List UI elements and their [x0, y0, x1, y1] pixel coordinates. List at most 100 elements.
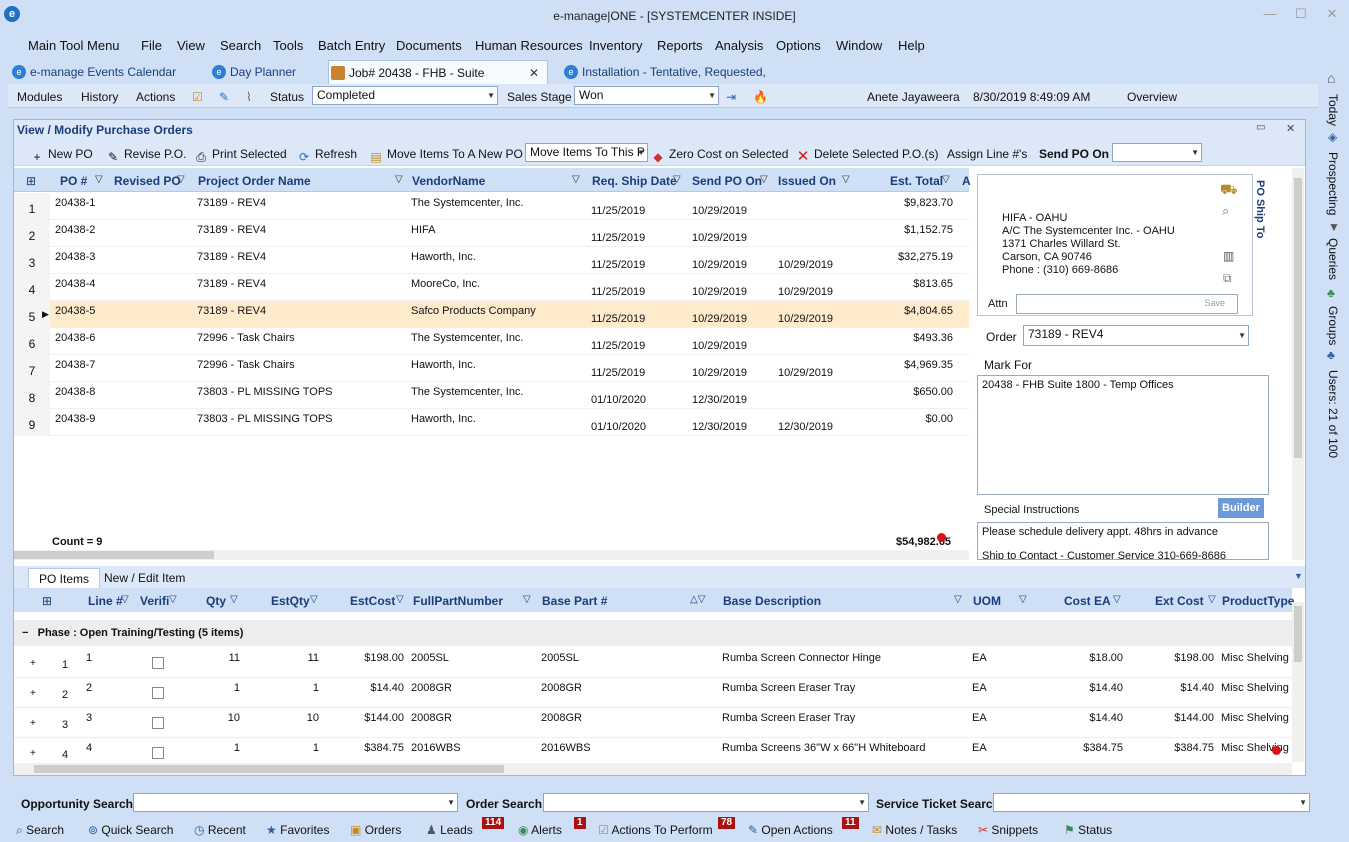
orders-button[interactable]: ▣ Orders [350, 823, 401, 837]
sales-stage-select[interactable]: Won ▼ [574, 86, 719, 105]
po-row[interactable]: 2 20438-2 73189 - REV4 HIFA 11/25/2019 10/29/… [14, 220, 969, 247]
col-product-type[interactable]: ProductType [1222, 594, 1294, 608]
column-chooser-icon[interactable]: ⊞ [42, 594, 52, 608]
sidebar-groups[interactable]: Groups [1326, 306, 1340, 345]
po-row[interactable]: 6 20438-6 72996 - Task Chairs The Systemcen… [14, 328, 969, 355]
search-button[interactable]: ⌕ Search [16, 823, 64, 838]
assign-line-numbers-button[interactable]: Assign Line #'s [947, 147, 1027, 161]
menu-analysis[interactable]: Analysis [715, 38, 763, 53]
snippets-button[interactable]: ✂ Snippets [978, 823, 1038, 837]
filter-icon[interactable]: ▽ [396, 594, 404, 605]
opportunity-search-input[interactable]: ▼ [133, 793, 458, 812]
zero-cost-button[interactable]: ◆ Zero Cost on Selected [651, 147, 788, 164]
modules-menu[interactable]: Modules [17, 90, 62, 104]
col-uom[interactable]: UOM [973, 594, 1001, 608]
items-vertical-scrollbar[interactable] [1292, 602, 1304, 762]
col-full-part-number[interactable]: FullPartNumber [413, 594, 503, 608]
verified-checkbox[interactable] [152, 747, 164, 759]
menu-window[interactable]: Window [836, 38, 882, 53]
alerts-button[interactable]: ◉ Alerts [518, 823, 562, 837]
sidebar-queries[interactable]: Queries [1326, 238, 1340, 280]
col-ext-cost[interactable]: Ext Cost [1155, 594, 1204, 608]
col-vendor-name[interactable]: VendorName [412, 174, 485, 188]
home-icon[interactable]: ⌂ [1327, 70, 1335, 86]
tab-installation[interactable]: e Installation - Tentative, Requested, [562, 60, 766, 84]
po-row[interactable]: 3 20438-3 73189 - REV4 Haworth, Inc. 11/25/2… [14, 247, 969, 274]
verified-checkbox[interactable] [152, 687, 164, 699]
col-qty[interactable]: Qty [206, 594, 226, 608]
overview-link[interactable]: Overview [1127, 90, 1177, 104]
menu-batch-entry[interactable]: Batch Entry [318, 38, 385, 53]
col-issued-on[interactable]: Issued On [778, 174, 836, 188]
menu-search[interactable]: Search [220, 38, 261, 53]
filter-icon[interactable]: ▽ [760, 174, 768, 185]
filter-icon[interactable]: ▽ [673, 174, 681, 185]
col-send-po-on[interactable]: Send PO On [692, 174, 762, 188]
col-est-qty[interactable]: EstQty [271, 594, 310, 608]
po-row[interactable]: 1 20438-1 73189 - REV4 The Systemcenter, In… [14, 193, 969, 220]
filter-icon[interactable]: ▽ [572, 174, 580, 185]
quick-search-button[interactable]: ⊚ Quick Search [88, 823, 173, 837]
print-selected-button[interactable]: ⎙ Print Selected [194, 147, 287, 164]
filter-icon[interactable]: ▽ [230, 594, 238, 605]
tab-new-edit-item[interactable]: New / Edit Item [94, 568, 195, 588]
mark-for-textarea[interactable]: 20438 - FHB Suite 1800 - Temp Offices [977, 375, 1269, 495]
actions-to-perform-button[interactable]: ☑ Actions To Perform [598, 823, 713, 837]
col-a[interactable]: A [962, 174, 971, 188]
special-instructions-textarea[interactable]: Please schedule delivery appt. 48hrs in … [977, 522, 1269, 560]
open-actions-button[interactable]: ✎ Open Actions [748, 823, 833, 837]
filter-icon[interactable]: ▽ [310, 594, 318, 605]
truck-icon[interactable]: ⛟ [1220, 181, 1238, 200]
sidebar-prospecting[interactable]: Prospecting [1326, 152, 1340, 215]
refresh-button[interactable]: ⟳ Refresh [297, 147, 357, 164]
items-horizontal-scrollbar[interactable] [14, 763, 1292, 775]
filter-icon[interactable]: ▽ [842, 174, 850, 185]
po-row[interactable]: 9 20438-9 73803 - PL MISSING TOPS Haworth, … [14, 409, 969, 436]
col-est-cost[interactable]: EstCost [350, 594, 395, 608]
col-est-total[interactable]: Est. Total [890, 174, 943, 188]
filter-icon[interactable]: ▽ [523, 594, 531, 605]
po-row[interactable]: 7 20438-7 72996 - Task Chairs Haworth, Inc.… [14, 355, 969, 382]
minimize-icon[interactable]: — [1260, 6, 1280, 22]
building-icon[interactable]: ▥ [1223, 249, 1234, 263]
close-tab-icon[interactable]: ✕ [529, 61, 539, 85]
expand-icon[interactable]: + [30, 718, 36, 729]
col-po-number[interactable]: PO # [60, 174, 87, 188]
col-base-description[interactable]: Base Description [723, 594, 821, 608]
attn-save-button[interactable]: Save [1204, 298, 1225, 308]
panel-minimize-icon[interactable]: ▭ [1256, 122, 1265, 133]
scroll-thumb[interactable] [34, 765, 504, 773]
scroll-thumb[interactable] [14, 551, 214, 559]
menu-view[interactable]: View [177, 38, 205, 53]
col-verified[interactable]: Verifi [140, 594, 169, 608]
notepad-icon[interactable]: ✎ [219, 90, 229, 104]
sidebar-users[interactable]: Users: 21 of 100 [1326, 370, 1340, 458]
maximize-icon[interactable]: ☐ [1291, 6, 1311, 22]
fire-icon[interactable]: 🔥 [753, 90, 768, 104]
checklist-icon[interactable]: ☑ [192, 90, 203, 104]
phase-group-row[interactable]: − Phase : Open Training/Testing (5 items… [14, 620, 1292, 646]
actions-menu[interactable]: Actions [136, 90, 175, 104]
filter-icon[interactable]: ▽ [1019, 594, 1027, 605]
col-base-part[interactable]: Base Part # [542, 594, 607, 608]
menu-reports[interactable]: Reports [657, 38, 703, 53]
delete-po-button[interactable]: ✕ Delete Selected P.O.(s) [796, 147, 939, 164]
col-revised-po[interactable]: Revised PO [114, 174, 181, 188]
menu-documents[interactable]: Documents [396, 38, 462, 53]
magnifier-icon[interactable]: ⌕ [1222, 203, 1229, 219]
panel-close-icon[interactable]: ✕ [1286, 122, 1295, 135]
expand-icon[interactable]: + [30, 748, 36, 759]
status-select[interactable]: Completed ▼ [312, 86, 498, 105]
favorites-button[interactable]: ★ Favorites [266, 823, 329, 837]
filter-icon[interactable]: ▽ [395, 174, 403, 185]
order-search-input[interactable]: ▼ [543, 793, 869, 812]
service-ticket-search-input[interactable]: ▼ [993, 793, 1310, 812]
leads-button[interactable]: ♟ Leads [426, 823, 473, 837]
tab-events-calendar[interactable]: e e-manage Events Calendar [10, 60, 176, 84]
order-select[interactable]: 73189 - REV4 ▼ [1023, 325, 1249, 346]
tab-po-items[interactable]: PO Items [28, 568, 101, 588]
notes-tasks-button[interactable]: ✉ Notes / Tasks [872, 823, 957, 837]
filter-icon[interactable]: ▽ [1208, 594, 1216, 605]
filter-icon[interactable]: ▽ [942, 174, 950, 185]
menu-human-resources[interactable]: Human Resources [475, 38, 583, 53]
